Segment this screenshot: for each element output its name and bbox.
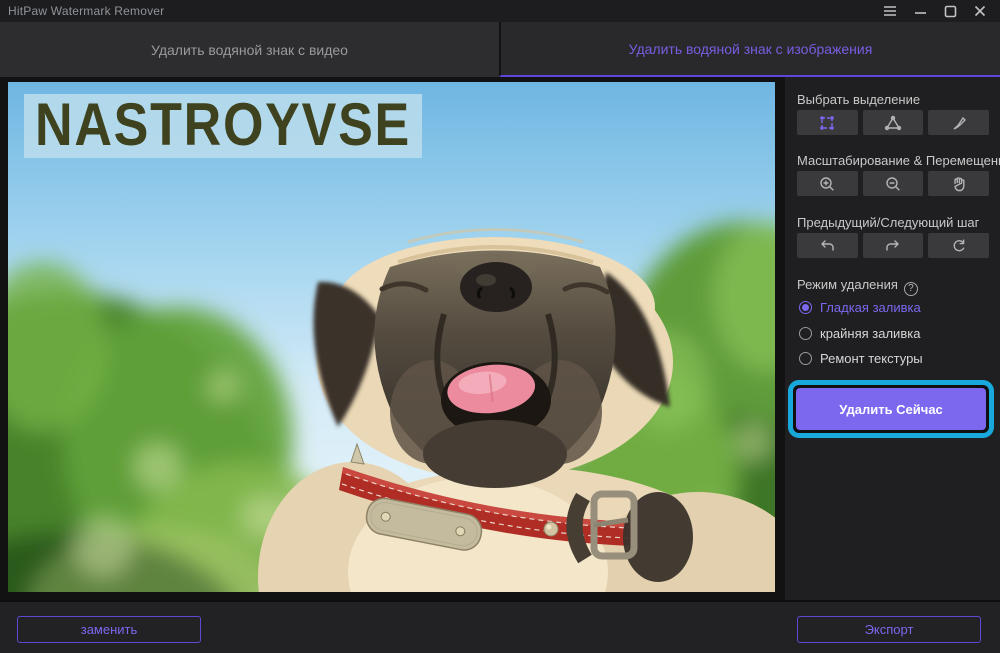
radio-smooth-fill[interactable]: Гладкая заливка	[799, 300, 921, 315]
tab-label: Удалить водяной знак с видео	[151, 42, 348, 58]
zoom-in-button[interactable]	[797, 171, 858, 196]
brush-icon	[950, 114, 968, 132]
marquee-select-button[interactable]	[797, 110, 858, 135]
polygon-select-button[interactable]	[863, 110, 924, 135]
menu-icon[interactable]	[880, 2, 900, 20]
tab-label: Удалить водяной знак с изображения	[629, 41, 873, 57]
reset-icon	[950, 237, 968, 255]
radio-label: крайняя заливка	[820, 326, 920, 341]
workspace: NASTROYVSE Выбрать выделение	[0, 77, 1000, 600]
redo-button[interactable]	[863, 233, 924, 258]
highlight-annotation: Удалить Сейчас	[788, 380, 994, 438]
app-window: HitPaw Watermark Remover Удалить водяной…	[0, 0, 1000, 653]
replace-button[interactable]: заменить	[17, 616, 201, 643]
radio-texture-repair[interactable]: Ремонт текстуры	[799, 351, 923, 366]
undo-button[interactable]	[797, 233, 858, 258]
marquee-select-icon	[818, 114, 836, 132]
reset-button[interactable]	[928, 233, 989, 258]
tab-bar: Удалить водяной знак с видео Удалить вод…	[0, 22, 1000, 77]
history-tools	[797, 233, 989, 258]
radio-dot	[799, 301, 812, 314]
polygon-select-icon	[884, 114, 902, 132]
window-controls	[880, 0, 990, 22]
watermark: NASTROYVSE	[24, 91, 422, 158]
zoom-pan-tools	[797, 171, 989, 196]
selection-section-title: Выбрать выделение	[797, 92, 920, 107]
title-bar: HitPaw Watermark Remover	[0, 0, 1000, 22]
radio-edge-fill[interactable]: крайняя заливка	[799, 326, 920, 341]
close-icon[interactable]	[970, 2, 990, 20]
brush-button[interactable]	[928, 110, 989, 135]
hand-icon	[950, 175, 968, 193]
undo-icon	[818, 238, 836, 254]
remove-now-button[interactable]: Удалить Сейчас	[796, 388, 986, 430]
zoom-in-icon	[818, 175, 836, 193]
window-title: HitPaw Watermark Remover	[8, 4, 164, 18]
zoom-out-icon	[884, 175, 902, 193]
pug-photo: NASTROYVSE	[8, 82, 775, 592]
tools-sidebar: Выбрать выделение	[785, 77, 1000, 600]
footer-bar: заменить Экспорт	[0, 600, 1000, 653]
help-icon[interactable]: ?	[904, 282, 918, 296]
history-section-title: Предыдущий/Следующий шаг	[797, 215, 979, 230]
radio-label: Ремонт текстуры	[820, 351, 923, 366]
selection-tools	[797, 110, 989, 135]
radio-dot	[799, 352, 812, 365]
radio-label: Гладкая заливка	[820, 300, 921, 315]
image-canvas[interactable]: NASTROYVSE	[8, 82, 775, 592]
tab-remove-watermark-image[interactable]: Удалить водяной знак с изображения	[499, 22, 1000, 77]
tab-remove-watermark-video[interactable]: Удалить водяной знак с видео	[0, 22, 499, 77]
removal-mode-title: Режим удаления?	[797, 277, 918, 296]
redo-icon	[884, 238, 902, 254]
minimize-icon[interactable]	[910, 2, 930, 20]
radio-dot	[799, 327, 812, 340]
zoom-out-button[interactable]	[863, 171, 924, 196]
hand-button[interactable]	[928, 171, 989, 196]
maximize-icon[interactable]	[940, 2, 960, 20]
export-button[interactable]: Экспорт	[797, 616, 981, 643]
zoom-pan-section-title: Масштабирование & Перемещение	[797, 153, 1000, 168]
watermark-text: NASTROYVSE	[35, 91, 411, 158]
